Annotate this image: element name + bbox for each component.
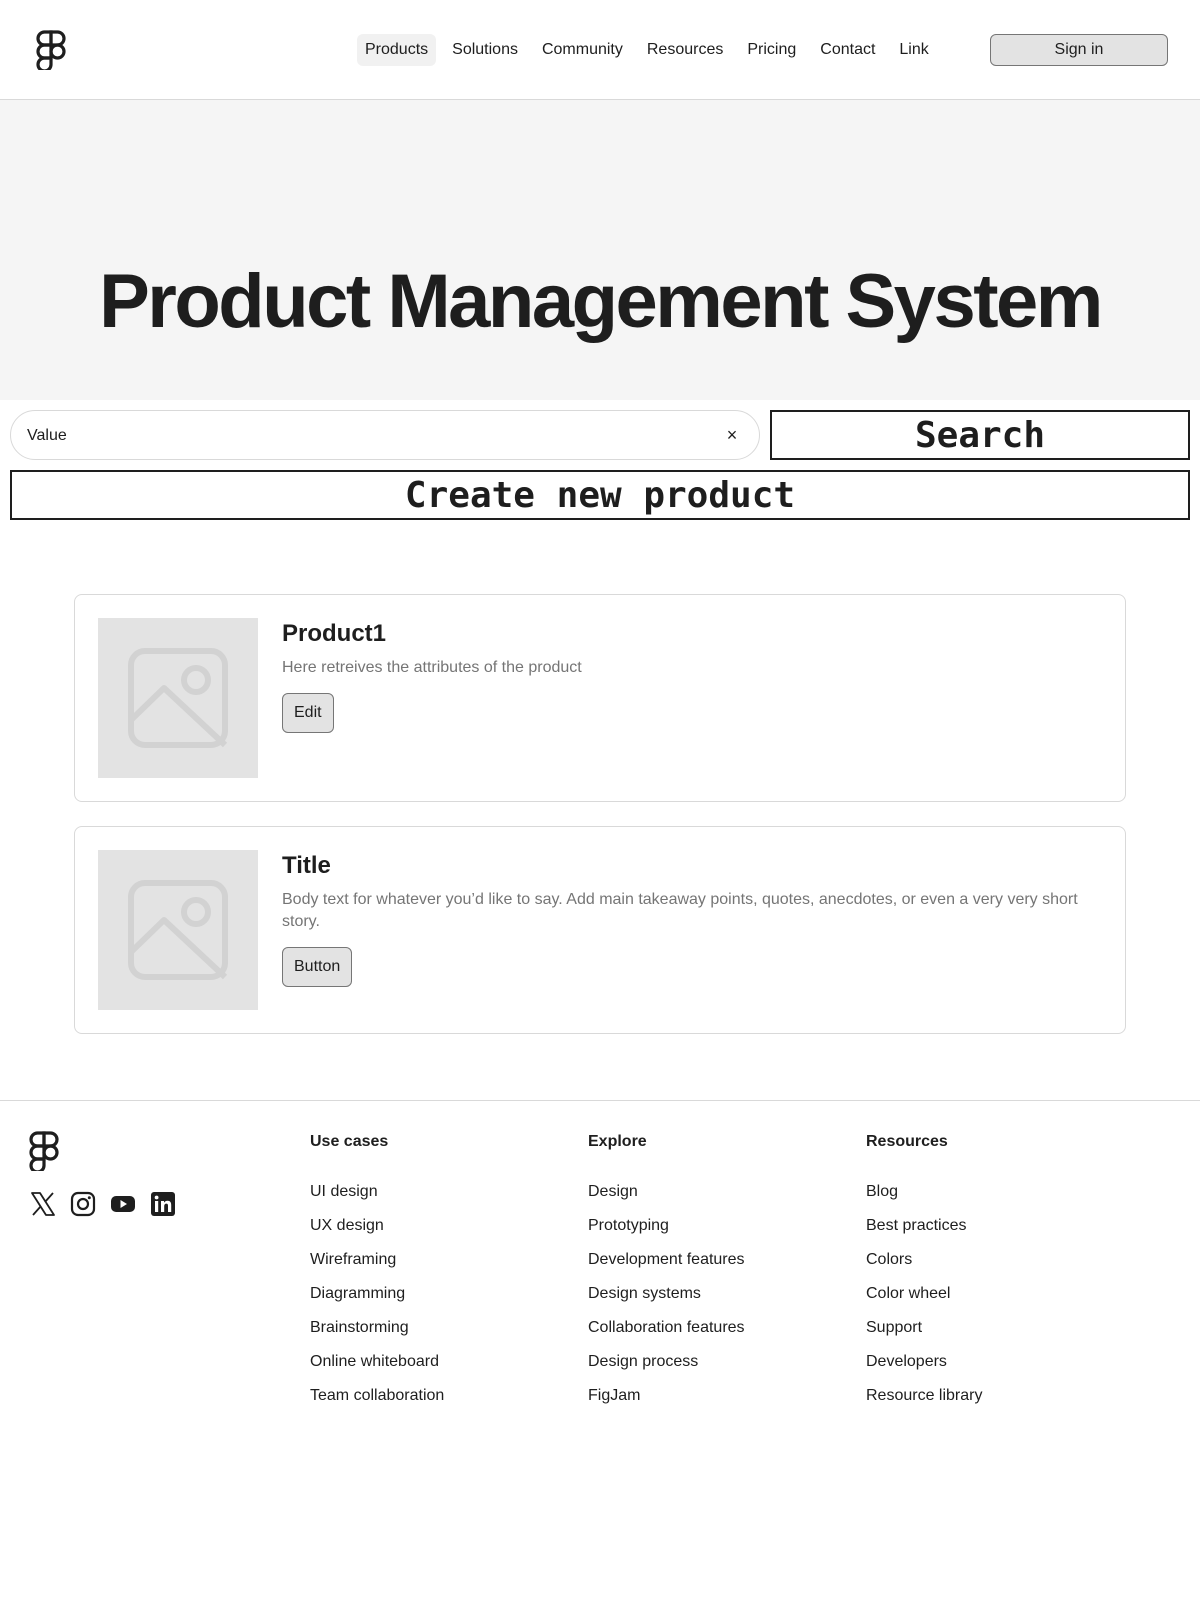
- footer-link[interactable]: Blog: [866, 1183, 982, 1205]
- footer-link[interactable]: Color wheel: [866, 1285, 982, 1307]
- footer-link[interactable]: FigJam: [588, 1387, 745, 1409]
- footer-link[interactable]: Design process: [588, 1353, 745, 1375]
- figma-logo-icon[interactable]: [36, 30, 66, 70]
- nav-contact[interactable]: Contact: [812, 34, 883, 66]
- footer-link[interactable]: Brainstorming: [310, 1319, 444, 1341]
- footer-column-title: Use cases: [310, 1133, 389, 1150]
- footer-link[interactable]: Design: [588, 1183, 745, 1205]
- instagram-icon[interactable]: [70, 1191, 96, 1217]
- card-body: Here retreives the attributes of the pro…: [282, 659, 582, 676]
- footer-column-title: Explore: [588, 1133, 647, 1150]
- image-icon: [128, 880, 228, 980]
- footer-link[interactable]: Best practices: [866, 1217, 982, 1239]
- card-body: Body text for whatever you’d like to say…: [282, 891, 1078, 930]
- footer-column-resources: Resources Blog Best practices Colors Col…: [866, 1133, 982, 1421]
- footer-link[interactable]: Colors: [866, 1251, 982, 1273]
- image-icon: [128, 648, 228, 748]
- footer-link[interactable]: UX design: [310, 1217, 444, 1239]
- footer-link[interactable]: Design systems: [588, 1285, 745, 1307]
- create-product-button[interactable]: Create new product: [10, 470, 1190, 520]
- figma-logo-icon[interactable]: [29, 1131, 59, 1171]
- youtube-icon[interactable]: [110, 1191, 136, 1217]
- nav-products[interactable]: Products: [357, 34, 437, 66]
- search-input-value[interactable]: Value: [27, 427, 67, 445]
- card-action-button[interactable]: Button: [282, 947, 353, 987]
- footer-column-explore: Explore Design Prototyping Development f…: [588, 1133, 745, 1421]
- search-button[interactable]: Search: [770, 410, 1190, 460]
- footer-link[interactable]: Collaboration features: [588, 1319, 745, 1341]
- footer-link[interactable]: Wireframing: [310, 1251, 444, 1273]
- sign-in-button[interactable]: Sign in: [990, 34, 1168, 66]
- image-placeholder: [98, 618, 258, 778]
- image-placeholder: [98, 850, 258, 1010]
- site-header: Products Solutions Community Resources P…: [0, 0, 1200, 100]
- product-card: Title Body text for whatever you’d like …: [74, 826, 1126, 1034]
- footer-link[interactable]: Development features: [588, 1251, 745, 1273]
- linkedin-icon[interactable]: [150, 1191, 176, 1217]
- search-input[interactable]: Value ×: [10, 410, 760, 460]
- nav-link[interactable]: Link: [891, 34, 936, 66]
- page-title: Product Management System: [99, 259, 1103, 344]
- footer-link[interactable]: Online whiteboard: [310, 1353, 444, 1375]
- footer-link[interactable]: Diagramming: [310, 1285, 444, 1307]
- footer-link[interactable]: Support: [866, 1319, 982, 1341]
- footer-link[interactable]: Team collaboration: [310, 1387, 444, 1409]
- nav-pricing[interactable]: Pricing: [739, 34, 804, 66]
- footer-link[interactable]: Prototyping: [588, 1217, 745, 1239]
- nav-resources[interactable]: Resources: [639, 34, 731, 66]
- edit-button[interactable]: Edit: [282, 693, 334, 733]
- footer-link[interactable]: Developers: [866, 1353, 982, 1375]
- footer-link[interactable]: Resource library: [866, 1387, 982, 1409]
- footer-column-use-cases: Use cases UI design UX design Wireframin…: [310, 1133, 444, 1421]
- footer-column-title: Resources: [866, 1133, 948, 1150]
- product-card: Product1 Here retreives the attributes o…: [74, 594, 1126, 802]
- social-links: [30, 1191, 190, 1217]
- close-icon[interactable]: ×: [721, 424, 743, 446]
- hero-section: Product Management System: [0, 100, 1200, 400]
- card-title: Product1: [282, 620, 387, 647]
- site-footer: Use cases UI design UX design Wireframin…: [0, 1100, 1200, 1600]
- footer-link[interactable]: UI design: [310, 1183, 444, 1205]
- x-icon[interactable]: [30, 1191, 56, 1217]
- card-title: Title: [282, 852, 331, 879]
- main-nav: Products Solutions Community Resources P…: [357, 34, 945, 66]
- nav-community[interactable]: Community: [534, 34, 631, 66]
- nav-solutions[interactable]: Solutions: [444, 34, 526, 66]
